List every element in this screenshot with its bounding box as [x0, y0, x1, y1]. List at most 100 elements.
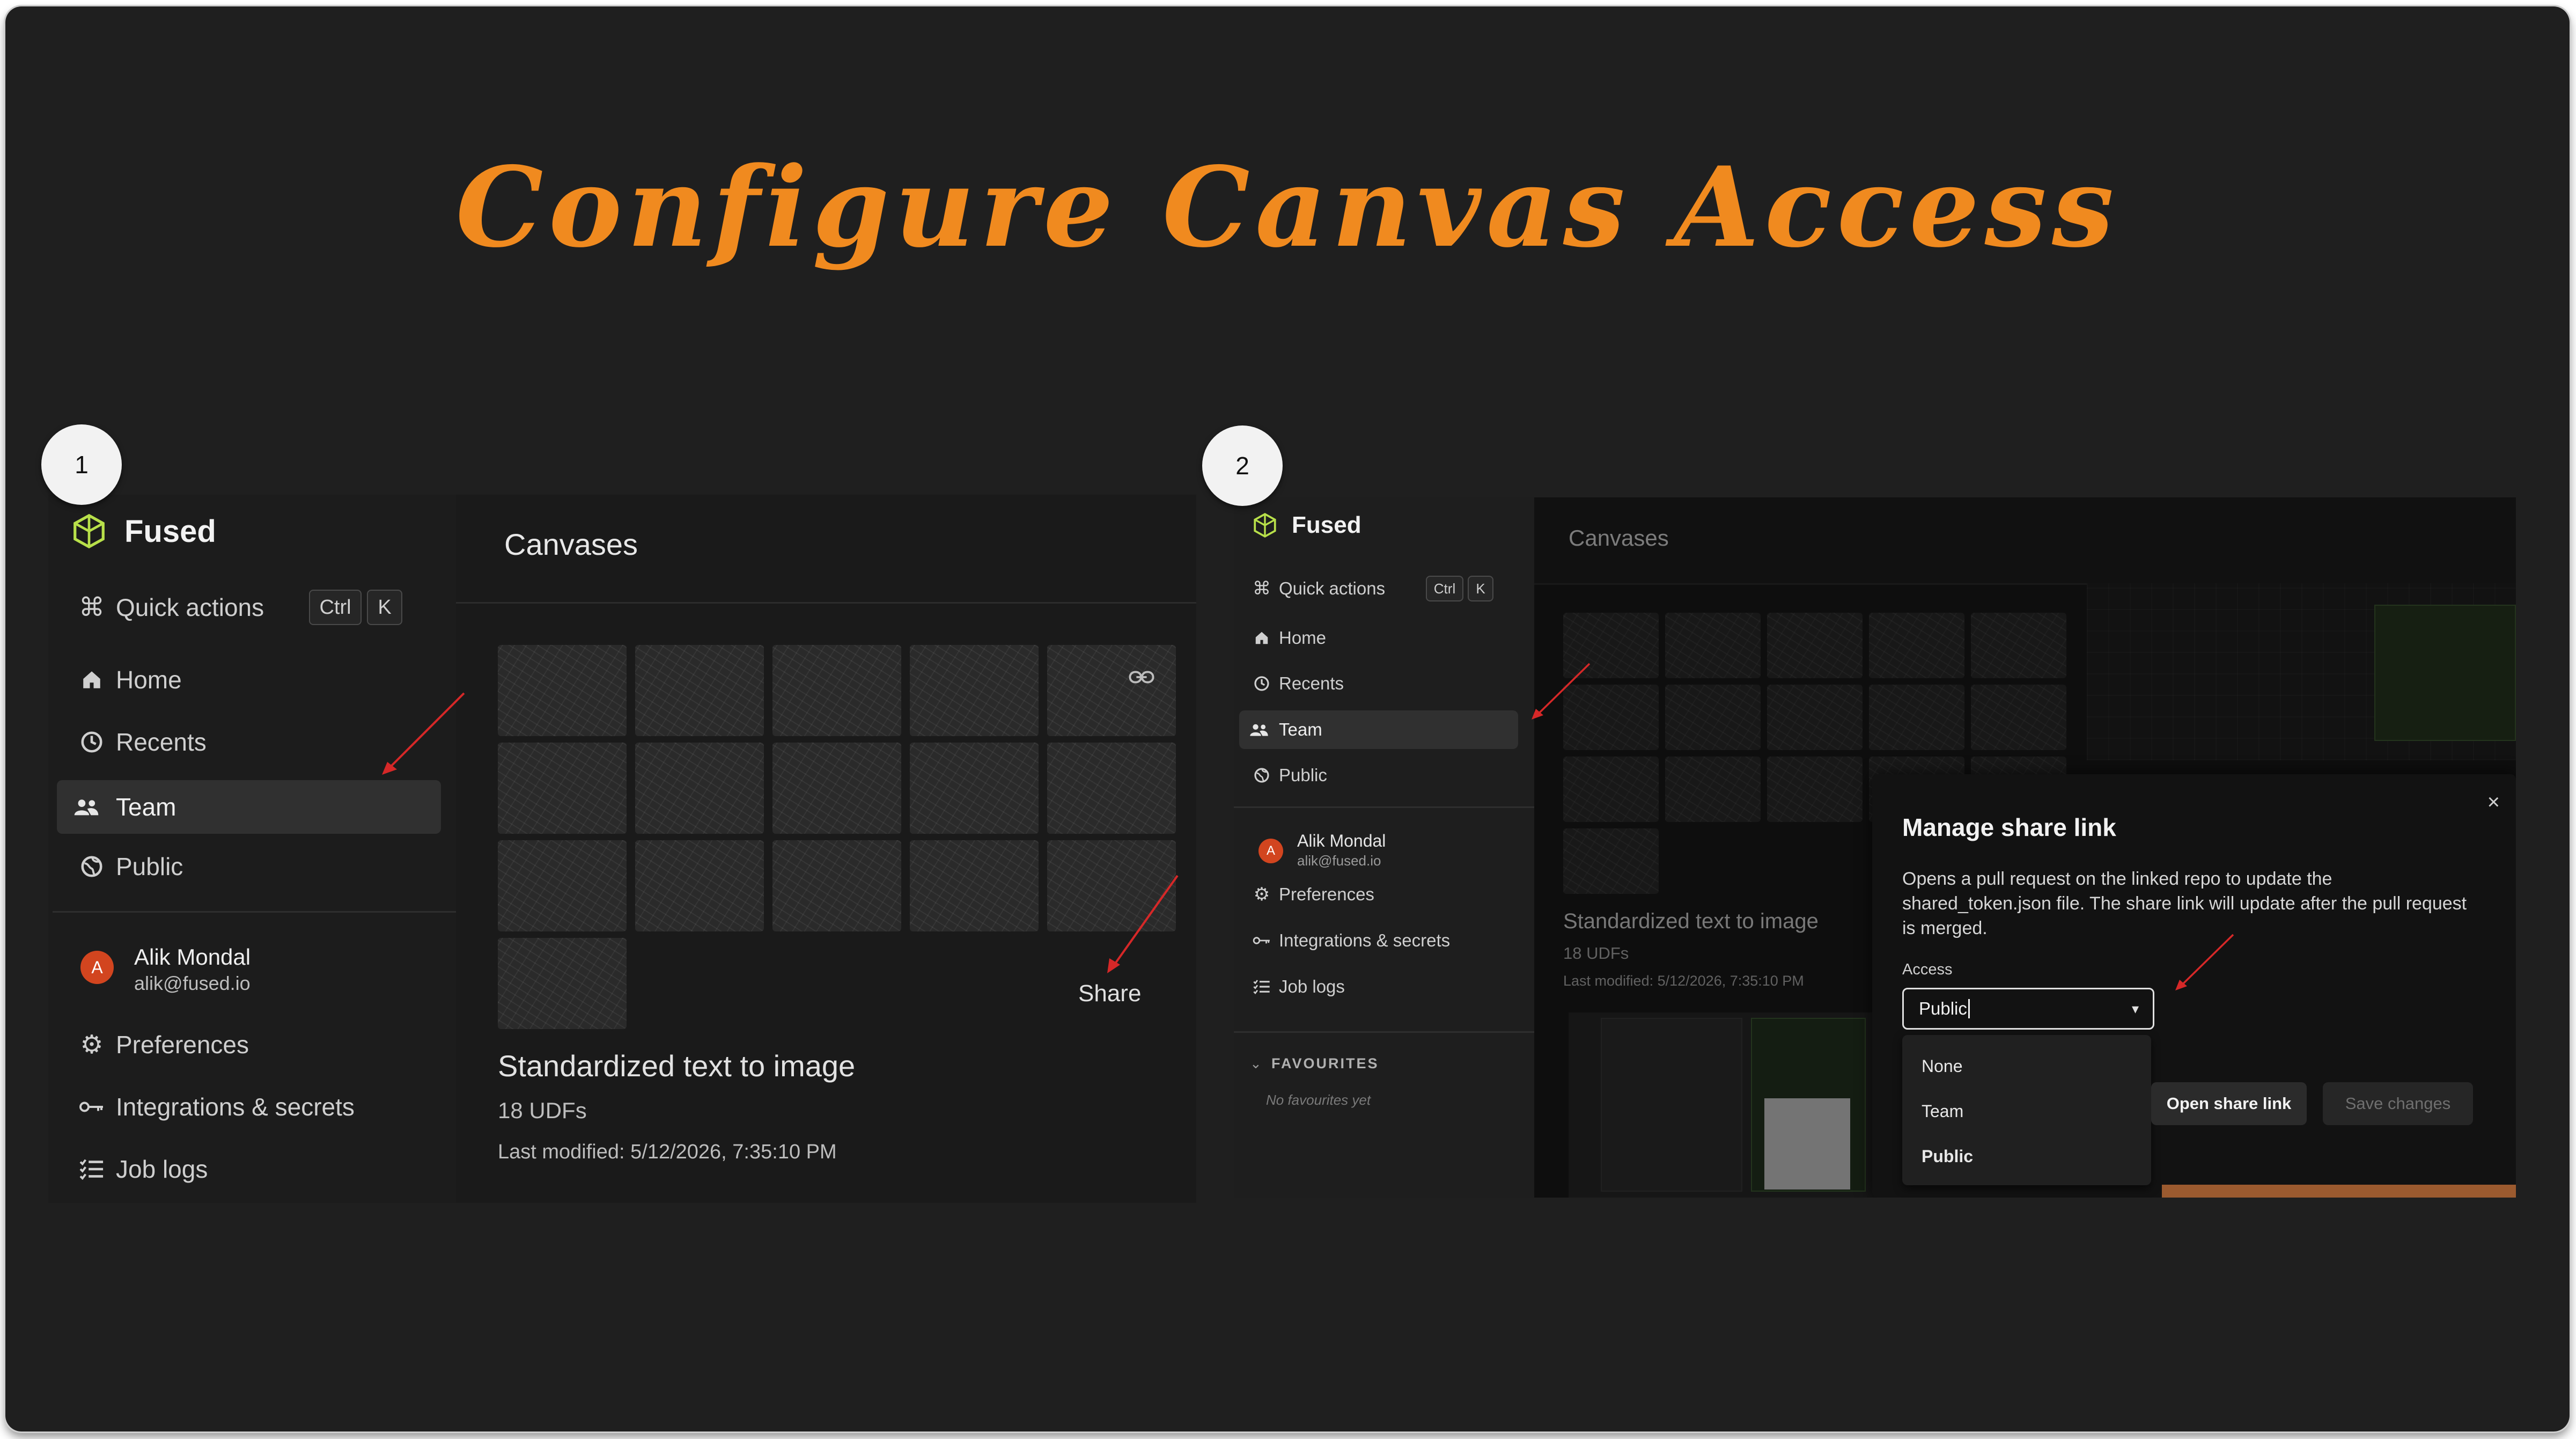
user-email: alik@fused.io	[134, 972, 251, 994]
home-icon	[68, 669, 116, 691]
quick-actions-button[interactable]: ⌘ Quick actions Ctrl K	[1245, 572, 1523, 605]
quick-actions-label: Quick actions	[116, 593, 264, 621]
brand: Fused	[1250, 509, 1361, 541]
headline: Configure Canvas Access	[455, 143, 2119, 272]
thumbnail-tile	[635, 840, 764, 931]
access-option-public[interactable]: Public	[1902, 1136, 2151, 1177]
last-modified: Last modified: 5/12/2026, 7:35:10 PM	[498, 1141, 837, 1163]
thumbnail-tile	[910, 645, 1039, 736]
open-share-link-button[interactable]: Open share link	[2151, 1082, 2307, 1125]
sidebar-item-team[interactable]: Team	[57, 780, 441, 834]
sidebar-item-public[interactable]: Public	[68, 842, 438, 891]
gear-icon: ⚙	[80, 1031, 104, 1059]
sidebar-divider	[1234, 806, 1534, 808]
favourites-section[interactable]: ⌄ FAVOURITES	[1250, 1055, 1379, 1072]
modal-title: Manage share link	[1902, 813, 2116, 841]
sidebar-item-label: Public	[1279, 765, 1327, 785]
thumbnail-tile	[1767, 757, 1863, 822]
panel-step-1: Fused ⌘ Quick actions Ctrl K Home Recent…	[48, 495, 1196, 1203]
thumbnail-tile	[1665, 613, 1761, 678]
canvas-card[interactable]: Share Standardized text to image 18 UDFs…	[456, 602, 1196, 1203]
close-icon[interactable]: ×	[2487, 790, 2500, 814]
fused-logo-icon	[1250, 510, 1280, 540]
globe-icon	[68, 854, 116, 879]
annotation-arrow	[1107, 875, 1179, 973]
sidebar-item-team[interactable]: Team	[1239, 710, 1518, 749]
caret-down-icon: ▾	[2131, 1000, 2139, 1017]
canvas-preview-map	[2087, 583, 2516, 760]
favourites-empty: No favourites yet	[1266, 1092, 1371, 1108]
sidebar-item-label: Team	[116, 793, 176, 821]
home-icon	[1245, 630, 1279, 646]
page-title: Canvases	[504, 527, 638, 561]
share-button[interactable]: Share	[1078, 980, 1141, 1007]
access-option-none[interactable]: None	[1902, 1046, 2151, 1086]
sidebar-item-job-logs[interactable]: Job logs	[1245, 971, 1523, 1003]
clock-icon	[1245, 675, 1279, 692]
key-icon	[68, 1099, 116, 1115]
sidebar-item-label: Job logs	[1279, 977, 1345, 996]
user-name: Alik Mondal	[134, 944, 251, 970]
thumbnail-tile	[1971, 613, 2066, 678]
team-icon	[57, 796, 116, 818]
access-dropdown-menu: None Team Public	[1902, 1035, 2151, 1185]
sidebar-item-recents[interactable]: Recents	[1245, 667, 1523, 700]
thumbnail-tile	[1767, 685, 1863, 750]
shortcut-key-ctrl: Ctrl	[1426, 576, 1463, 601]
sidebar-item-public[interactable]: Public	[1245, 759, 1523, 791]
sidebar-item-label: Public	[116, 853, 183, 880]
sidebar-divider	[53, 911, 456, 913]
thumbnail-tile	[635, 645, 764, 736]
user-name: Alik Mondal	[1297, 831, 1386, 850]
thumbnail-tile	[910, 743, 1039, 834]
thumbnail-tile	[498, 743, 627, 834]
sidebar-divider	[1234, 1031, 1534, 1033]
step-badge-2: 2	[1202, 425, 1283, 506]
brand-name: Fused	[124, 513, 216, 549]
user-email: alik@fused.io	[1297, 853, 1381, 869]
thumbnail-tile	[772, 743, 901, 834]
sidebar-item-label: Preferences	[116, 1031, 249, 1059]
thumbnail-tile	[498, 840, 627, 931]
sidebar-item-job-logs[interactable]: Job logs	[68, 1145, 438, 1193]
fused-logo-icon	[69, 511, 109, 552]
sidebar: Fused ⌘ Quick actions Ctrl K Home Recent…	[48, 495, 456, 1203]
preview-node	[2374, 605, 2516, 741]
command-icon: ⌘	[1253, 578, 1271, 599]
thumbnail-tile	[1563, 757, 1659, 822]
sidebar-item-label: Recents	[116, 728, 207, 756]
preview-node	[1601, 1018, 1742, 1192]
thumbnail-tile	[498, 645, 627, 736]
thumbnail-tile	[1563, 828, 1659, 894]
sidebar: Fused ⌘ Quick actions Ctrl K Home Recent…	[1234, 497, 1536, 1198]
quick-actions-label: Quick actions	[1279, 578, 1386, 598]
sidebar-item-integrations[interactable]: Integrations & secrets	[1245, 924, 1523, 957]
main-header: Canvases	[456, 495, 1196, 604]
annotation-arrow	[1532, 663, 1591, 720]
step-badge-1: 1	[41, 424, 122, 505]
brand-name: Fused	[1292, 512, 1361, 538]
sidebar-item-home[interactable]: Home	[1245, 622, 1523, 654]
access-option-team[interactable]: Team	[1902, 1091, 2151, 1132]
sidebar-item-integrations[interactable]: Integrations & secrets	[68, 1083, 438, 1131]
thumbnail-tile	[1767, 613, 1863, 678]
shortcut-key-ctrl: Ctrl	[309, 590, 362, 625]
avatar[interactable]: A	[80, 951, 114, 984]
canvas-title: Standardized text to image	[498, 1049, 856, 1083]
link-icon[interactable]	[1125, 661, 1158, 693]
thumbnail-tile	[1665, 757, 1761, 822]
canvas-title: Standardized text to image	[1563, 909, 1819, 933]
annotation-arrow	[2175, 934, 2234, 990]
sidebar-item-preferences[interactable]: ⚙ Preferences	[1245, 878, 1523, 911]
save-changes-button[interactable]: Save changes	[2323, 1082, 2473, 1125]
panel-step-2: Fused ⌘ Quick actions Ctrl K Home Recent…	[1234, 497, 2516, 1198]
avatar[interactable]: A	[1258, 839, 1283, 863]
favourites-heading: FAVOURITES	[1271, 1055, 1379, 1071]
sidebar-item-preferences[interactable]: ⚙ Preferences	[68, 1020, 438, 1069]
checklist-icon	[68, 1158, 116, 1180]
access-select[interactable]: Public ▾	[1902, 988, 2154, 1030]
sidebar-item-label: Integrations & secrets	[1279, 930, 1451, 950]
thumbnail-tile	[772, 840, 901, 931]
quick-actions-button[interactable]: ⌘ Quick actions Ctrl K	[68, 583, 438, 632]
annotation-arrow	[382, 692, 465, 775]
